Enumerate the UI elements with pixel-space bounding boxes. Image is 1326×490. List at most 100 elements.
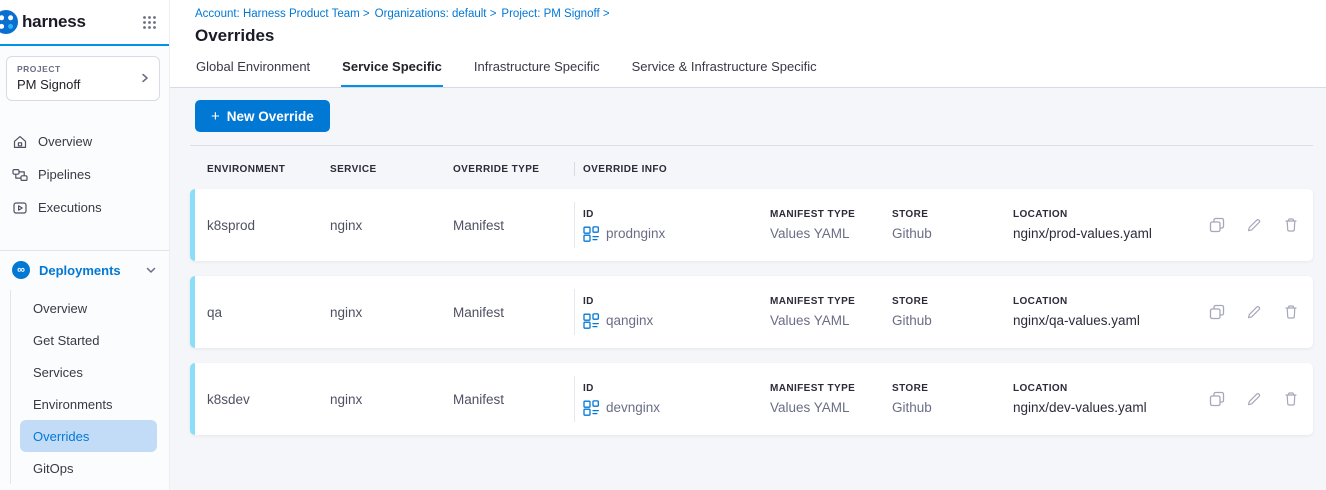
override-row[interactable]: k8sdev nginx Manifest ID devnginx MANIFE… bbox=[190, 363, 1313, 435]
new-override-button[interactable]: + New Override bbox=[195, 100, 330, 132]
location-block: LOCATION nginx/prod-values.yaml bbox=[1013, 209, 1195, 241]
project-selector[interactable]: PROJECT PM Signoff bbox=[6, 56, 160, 101]
override-id-block: ID devnginx bbox=[583, 383, 770, 416]
service-value: nginx bbox=[330, 392, 453, 407]
service-value: nginx bbox=[330, 218, 453, 233]
manifest-type-value: Values YAML bbox=[770, 400, 892, 415]
edit-button[interactable] bbox=[1245, 216, 1263, 234]
breadcrumb-separator: > bbox=[363, 8, 370, 20]
store-label: STORE bbox=[892, 209, 1013, 220]
sidebar-item-pipelines[interactable]: Pipelines bbox=[0, 158, 169, 191]
environment-value: k8sdev bbox=[207, 392, 330, 407]
sidebar: harness PROJECT PM Signoff Overview bbox=[0, 0, 170, 490]
deployments-icon: ∞ bbox=[12, 261, 30, 279]
delete-button[interactable] bbox=[1282, 303, 1300, 321]
clone-button[interactable] bbox=[1208, 303, 1226, 321]
plus-icon: + bbox=[211, 109, 220, 124]
manifest-type-block: MANIFEST TYPE Values YAML bbox=[770, 209, 892, 241]
environment-value: qa bbox=[207, 305, 330, 320]
chevron-right-icon bbox=[139, 72, 151, 84]
sidebar-subitem[interactable]: Overrides bbox=[20, 420, 157, 452]
pencil-icon bbox=[1245, 303, 1263, 321]
id-value: qanginx bbox=[606, 313, 653, 328]
sidebar-item-overview[interactable]: Overview bbox=[0, 125, 169, 158]
trash-icon bbox=[1282, 303, 1300, 321]
column-header-override-type: OVERRIDE TYPE bbox=[453, 164, 565, 175]
tab[interactable]: Service & Infrastructure Specific bbox=[631, 59, 818, 87]
chevron-down-icon bbox=[145, 264, 157, 276]
edit-button[interactable] bbox=[1245, 303, 1263, 321]
sidebar-subitem[interactable]: Overview bbox=[0, 292, 169, 324]
sidebar-item-executions[interactable]: Executions bbox=[0, 191, 169, 224]
manifest-type-value: Values YAML bbox=[770, 313, 892, 328]
breadcrumb-separator: > bbox=[603, 8, 610, 20]
service-value: nginx bbox=[330, 305, 453, 320]
location-value: nginx/prod-values.yaml bbox=[1013, 226, 1195, 241]
store-value: Github bbox=[892, 400, 1013, 415]
list-header: ENVIRONMENT SERVICE OVERRIDE TYPE OVERRI… bbox=[190, 162, 1313, 176]
tab[interactable]: Global Environment bbox=[195, 59, 311, 87]
row-actions bbox=[1195, 390, 1313, 408]
breadcrumb-link[interactable]: Organizations: default bbox=[375, 8, 487, 20]
tabs: Global Environment Service Specific Infras… bbox=[170, 51, 1326, 88]
tab[interactable]: Infrastructure Specific bbox=[473, 59, 601, 87]
pencil-icon bbox=[1245, 216, 1263, 234]
breadcrumb-segment: Organizations: default > bbox=[375, 8, 497, 20]
page-header: Account: Harness Product Team > Organiza… bbox=[170, 0, 1326, 51]
store-block: STORE Github bbox=[892, 383, 1013, 415]
app-window: harness PROJECT PM Signoff Overview bbox=[0, 0, 1326, 490]
location-block: LOCATION nginx/qa-values.yaml bbox=[1013, 296, 1195, 328]
location-value: nginx/dev-values.yaml bbox=[1013, 400, 1195, 415]
sidebar-subitem[interactable]: GitOps bbox=[0, 452, 169, 484]
copy-icon bbox=[1208, 216, 1226, 234]
breadcrumb-segment: Project: PM Signoff > bbox=[501, 8, 609, 20]
sidebar-subitem[interactable]: Environments bbox=[0, 388, 169, 420]
sidebar-divider bbox=[0, 250, 169, 251]
override-id-block: ID qanginx bbox=[583, 296, 770, 329]
logo-text: harness bbox=[22, 12, 86, 32]
sidebar-subitem[interactable]: Get Started bbox=[0, 324, 169, 356]
id-entity-icon bbox=[583, 400, 599, 416]
pencil-icon bbox=[1245, 390, 1263, 408]
delete-button[interactable] bbox=[1282, 390, 1300, 408]
sidebar-item-label: Pipelines bbox=[38, 167, 91, 182]
pipelines-icon bbox=[12, 167, 28, 183]
store-block: STORE Github bbox=[892, 209, 1013, 241]
copy-icon bbox=[1208, 390, 1226, 408]
store-label: STORE bbox=[892, 296, 1013, 307]
sidebar-item-label: Deployments bbox=[39, 263, 121, 278]
clone-button[interactable] bbox=[1208, 390, 1226, 408]
row-divider bbox=[574, 202, 575, 248]
page-title: Overrides bbox=[195, 26, 1326, 46]
id-value: devnginx bbox=[606, 400, 660, 415]
breadcrumb-link[interactable]: Account: Harness Product Team bbox=[195, 8, 360, 20]
sidebar-item-deployments[interactable]: ∞ Deployments bbox=[0, 252, 169, 288]
row-actions bbox=[1195, 303, 1313, 321]
breadcrumb-separator: > bbox=[490, 8, 497, 20]
breadcrumb-link[interactable]: Project: PM Signoff bbox=[501, 8, 599, 20]
app-grid-icon[interactable] bbox=[142, 15, 157, 30]
header-divider bbox=[574, 162, 575, 176]
override-type-value: Manifest bbox=[453, 305, 565, 320]
new-override-label: New Override bbox=[227, 109, 314, 124]
sidebar-item-label: Overview bbox=[38, 134, 92, 149]
manifest-type-label: MANIFEST TYPE bbox=[770, 296, 892, 307]
column-header-service: SERVICE bbox=[330, 164, 453, 175]
tab[interactable]: Service Specific bbox=[341, 59, 443, 87]
clone-button[interactable] bbox=[1208, 216, 1226, 234]
column-header-override-info: OVERRIDE INFO bbox=[583, 164, 1313, 175]
edit-button[interactable] bbox=[1245, 390, 1263, 408]
delete-button[interactable] bbox=[1282, 216, 1300, 234]
override-row[interactable]: qa nginx Manifest ID qanginx MANIFEST TY… bbox=[190, 276, 1313, 348]
executions-icon bbox=[12, 200, 28, 216]
override-row[interactable]: k8sprod nginx Manifest ID prodnginx MANI… bbox=[190, 189, 1313, 261]
sidebar-nav: Overview Pipelines Executions bbox=[0, 125, 169, 224]
project-label: PROJECT bbox=[17, 64, 139, 74]
column-header-environment: ENVIRONMENT bbox=[207, 164, 330, 175]
sidebar-subitem[interactable]: Services bbox=[0, 356, 169, 388]
manifest-type-value: Values YAML bbox=[770, 226, 892, 241]
manifest-type-block: MANIFEST TYPE Values YAML bbox=[770, 296, 892, 328]
override-type-value: Manifest bbox=[453, 218, 565, 233]
store-value: Github bbox=[892, 313, 1013, 328]
trash-icon bbox=[1282, 216, 1300, 234]
